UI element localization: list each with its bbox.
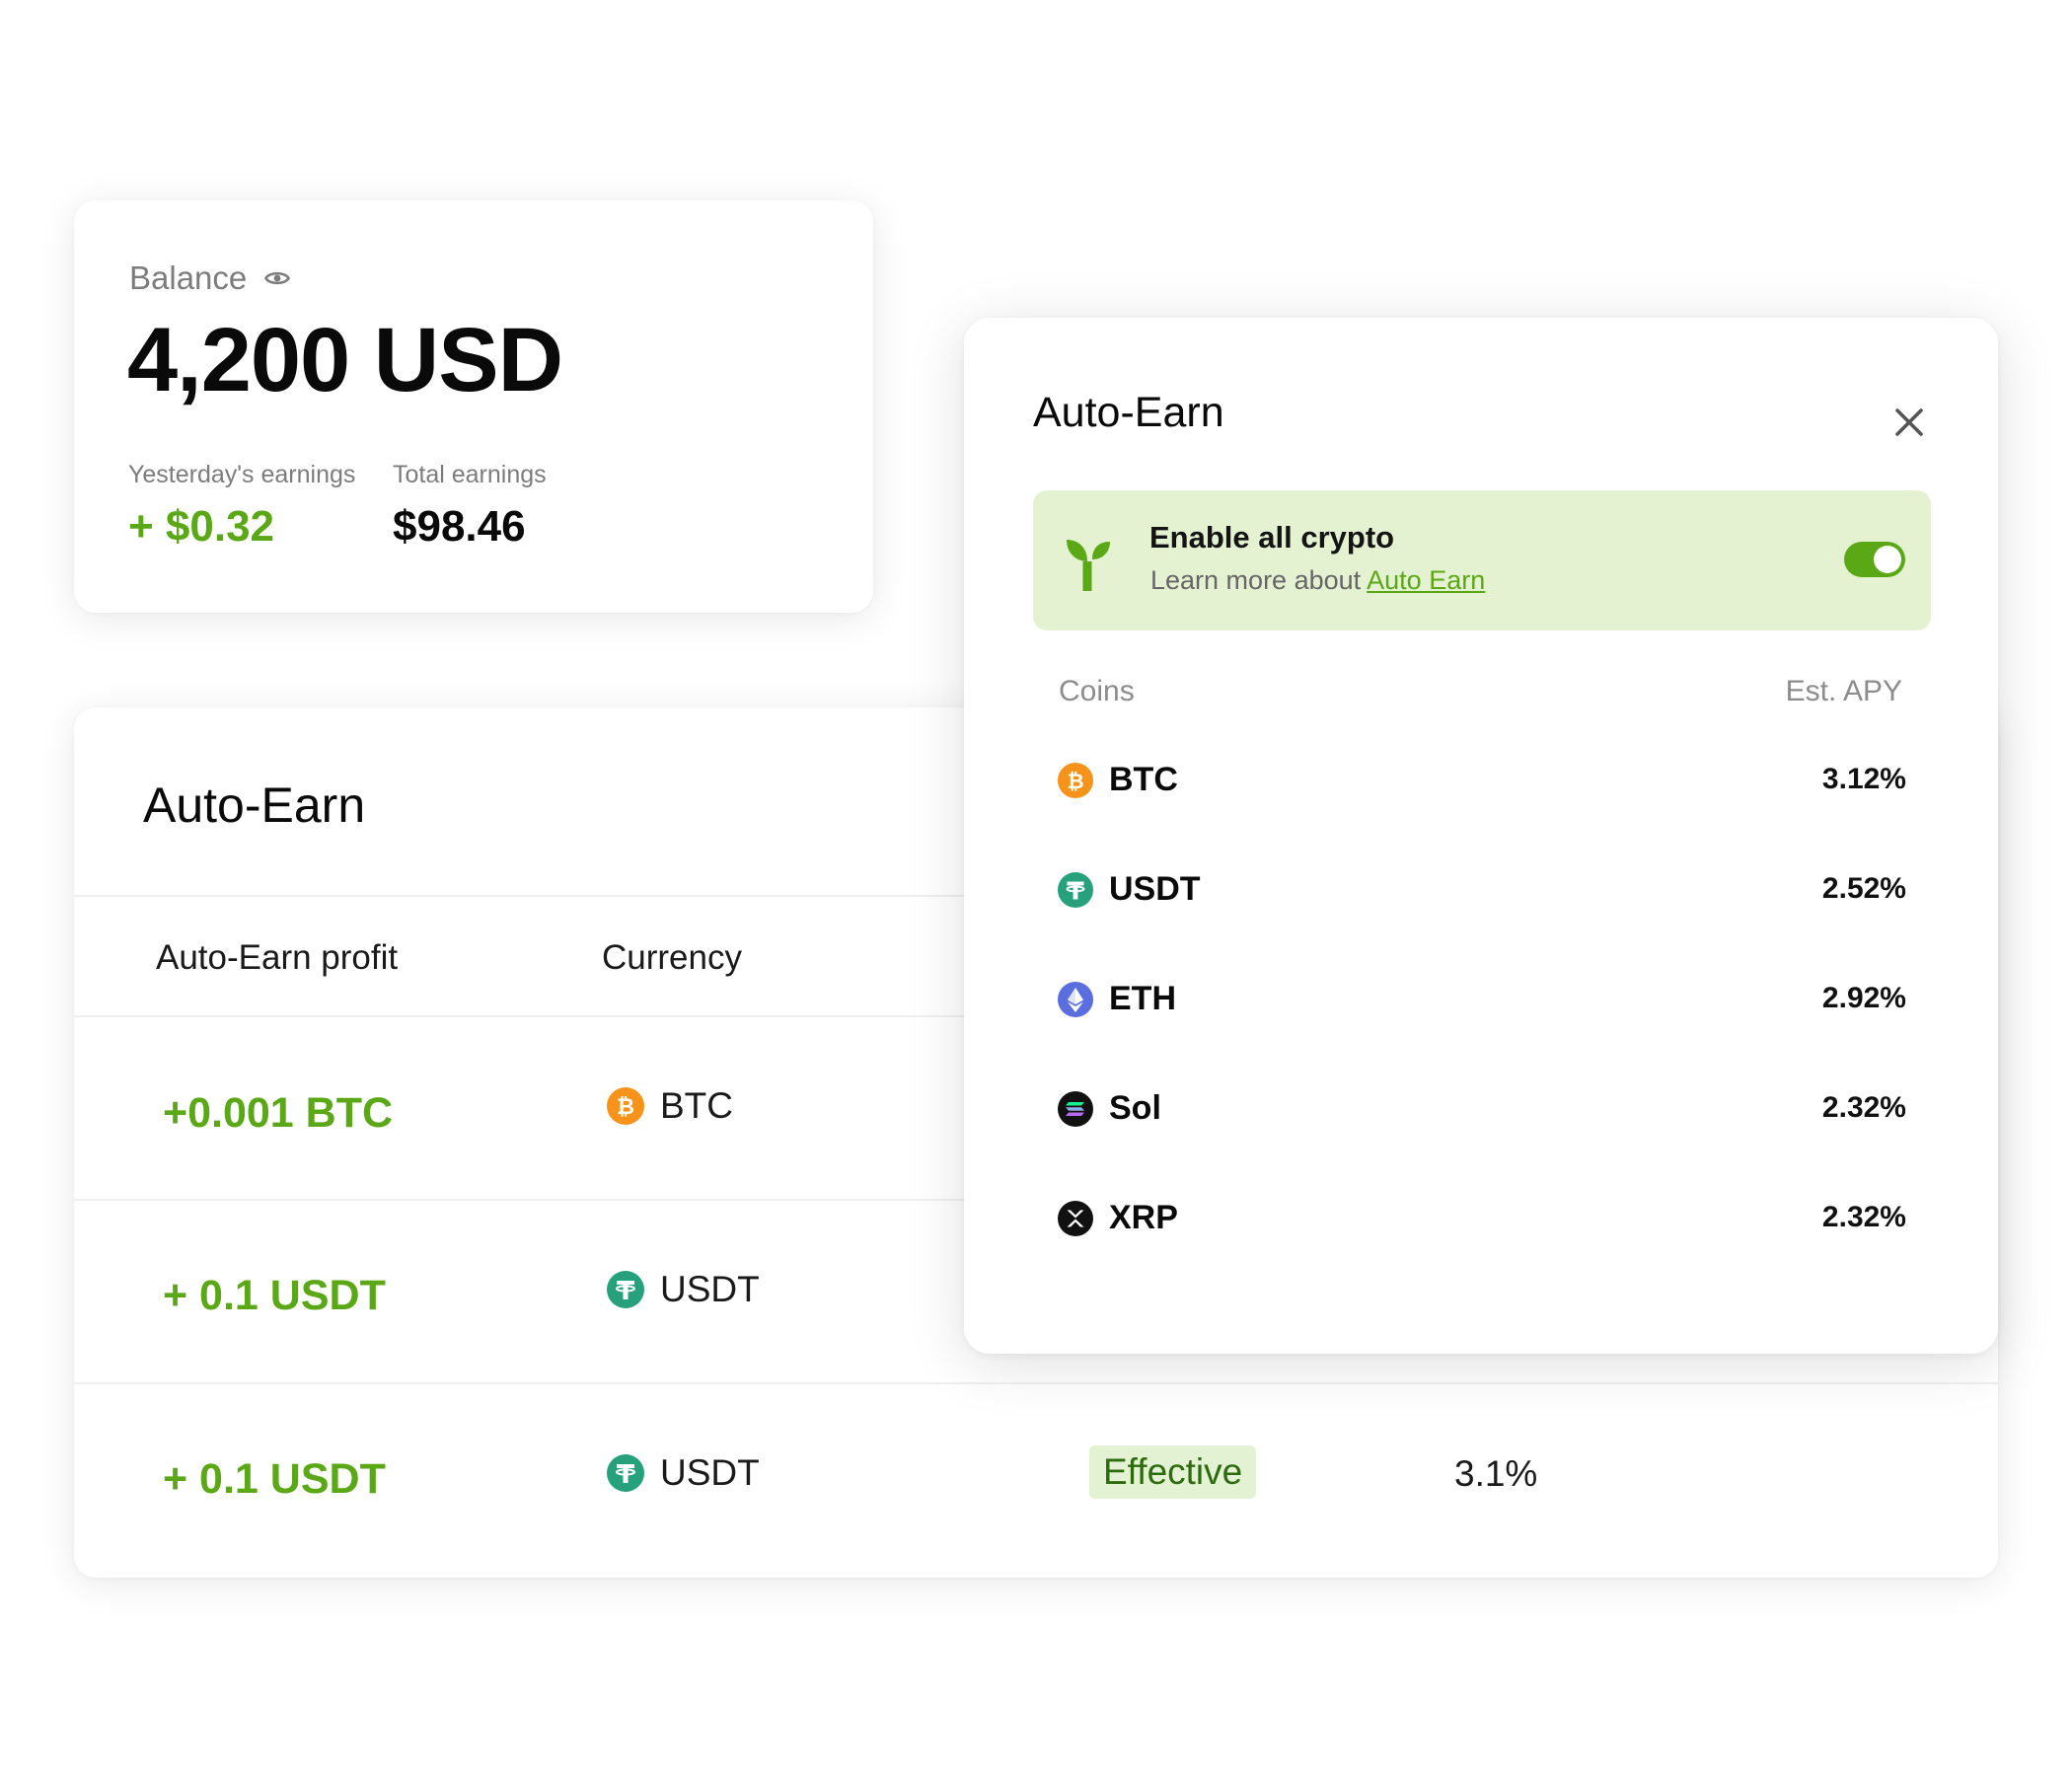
balance-label: Balance [129, 259, 248, 296]
total-earnings-value: $98.46 [393, 502, 526, 551]
sol-icon [1058, 1091, 1093, 1127]
sprout-icon [1067, 540, 1110, 591]
coin-apy: 2.32% [1821, 1201, 1906, 1233]
auto-earn-link[interactable]: Auto Earn [1367, 565, 1485, 595]
coin-apy: 2.32% [1821, 1091, 1906, 1124]
xrp-icon [1058, 1201, 1093, 1236]
apy-column-header: Est. APY [1785, 675, 1902, 707]
coin-apy: 2.92% [1821, 982, 1906, 1014]
modal-title: Auto-Earn [1033, 389, 1224, 436]
row-apy: 3.1% [1454, 1453, 1538, 1494]
coin-apy: 3.12% [1821, 763, 1906, 795]
coin-row-btc[interactable]: ₿ BTC 3.12% [1058, 759, 1906, 802]
coin-apy: 2.52% [1821, 872, 1906, 905]
enable-subtitle: Learn more about Auto Earn [1150, 565, 1485, 596]
row-currency-label: USDT [660, 1269, 760, 1309]
status-badge: Effective [1089, 1445, 1257, 1499]
balance-amount: 4,200 USD [127, 310, 563, 410]
balance-card: Balance 4,200 USD Yesterday's earnings +… [74, 200, 873, 613]
coins-column-header: Coins [1059, 675, 1135, 707]
coin-row-eth[interactable]: ETH 2.92% [1058, 978, 1906, 1021]
row-profit: + 0.1 USDT [163, 1455, 386, 1503]
coin-name: Sol [1109, 1089, 1161, 1127]
coin-name: ETH [1109, 980, 1176, 1017]
close-icon[interactable] [1889, 403, 1929, 442]
row-profit: + 0.1 USDT [163, 1272, 386, 1319]
divider [74, 1382, 1998, 1384]
coin-row-xrp[interactable]: XRP 2.32% [1058, 1197, 1906, 1240]
enable-title: Enable all crypto [1149, 520, 1395, 555]
coin-name: XRP [1109, 1199, 1178, 1236]
btc-icon: ₿ [607, 1087, 644, 1125]
usdt-icon [1058, 872, 1093, 908]
toggle-knob [1874, 546, 1901, 573]
eth-icon [1058, 982, 1093, 1017]
coin-row-sol[interactable]: Sol 2.32% [1058, 1087, 1906, 1131]
usdt-icon [607, 1271, 644, 1308]
auto-earn-modal: Auto-Earn Enable all crypto Learn more a… [964, 318, 1998, 1354]
yesterday-earnings-value: + $0.32 [128, 502, 275, 551]
coin-name: BTC [1109, 761, 1178, 798]
svg-text:₿: ₿ [1067, 770, 1083, 793]
yesterday-earnings-label: Yesterday's earnings [128, 461, 356, 488]
row-currency: USDT [607, 1452, 760, 1494]
row-currency: USDT [607, 1269, 760, 1310]
header-currency: Currency [602, 938, 742, 977]
row-profit: +0.001 BTC [163, 1089, 394, 1137]
coin-row-usdt[interactable]: USDT 2.52% [1058, 868, 1906, 912]
enable-all-toggle[interactable] [1844, 542, 1905, 577]
svg-text:₿: ₿ [617, 1095, 634, 1120]
usdt-icon [607, 1454, 644, 1492]
row-currency-label: BTC [660, 1085, 733, 1126]
row-currency: ₿ BTC [607, 1085, 733, 1127]
btc-icon: ₿ [1058, 763, 1093, 798]
header-profit: Auto-Earn profit [156, 938, 399, 977]
row-currency-label: USDT [660, 1452, 760, 1493]
table-title: Auto-Earn [143, 777, 366, 833]
enable-subtitle-text: Learn more about [1150, 565, 1362, 595]
total-earnings-label: Total earnings [393, 461, 547, 488]
balance-label-row: Balance [129, 259, 291, 297]
enable-all-crypto-banner: Enable all crypto Learn more about Auto … [1033, 490, 1931, 630]
coin-name: USDT [1109, 870, 1201, 908]
eye-icon[interactable] [264, 269, 291, 287]
